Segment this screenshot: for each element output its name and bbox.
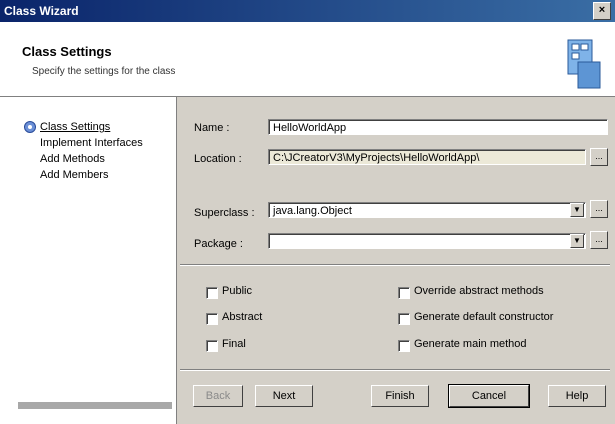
- package-browse-button[interactable]: ...: [590, 231, 608, 249]
- location-field[interactable]: C:\JCreatorV3\MyProjects\HelloWorldApp\: [268, 149, 586, 165]
- cancel-button[interactable]: Cancel: [448, 384, 530, 408]
- public-label: Public: [222, 285, 252, 297]
- close-icon[interactable]: ×: [593, 2, 611, 20]
- wizard-sidebar: Class Settings Implement Interfaces Add …: [0, 97, 177, 424]
- final-checkbox[interactable]: [206, 340, 218, 352]
- public-checkbox[interactable]: [206, 287, 218, 299]
- default-constructor-label: Generate default constructor: [414, 311, 554, 323]
- package-select[interactable]: [268, 233, 586, 249]
- superclass-browse-button[interactable]: ...: [590, 200, 608, 218]
- window-title: Class Wizard: [4, 4, 79, 18]
- class-wizard-window: Class Wizard × Class Settings Specify th…: [0, 0, 615, 424]
- sidebar-item-add-methods[interactable]: Add Methods: [40, 151, 143, 167]
- page-subtitle: Specify the settings for the class: [32, 66, 176, 77]
- sidebar-item-implement-interfaces[interactable]: Implement Interfaces: [40, 135, 143, 151]
- wizard-form-icon: [567, 39, 601, 89]
- next-button[interactable]: Next: [255, 385, 313, 407]
- footer-divider: [180, 369, 610, 371]
- chevron-down-icon[interactable]: ▼: [570, 203, 584, 217]
- section-divider: [180, 264, 610, 266]
- page-title: Class Settings: [22, 44, 112, 59]
- override-abstract-checkbox[interactable]: [398, 287, 410, 299]
- superclass-select[interactable]: java.lang.Object: [268, 202, 586, 218]
- default-constructor-checkbox[interactable]: [398, 313, 410, 325]
- sidebar-item-add-members[interactable]: Add Members: [40, 167, 143, 183]
- package-label: Package :: [194, 238, 243, 250]
- sidebar-scrollbar[interactable]: [18, 402, 172, 409]
- override-abstract-label: Override abstract methods: [414, 285, 544, 297]
- abstract-checkbox[interactable]: [206, 313, 218, 325]
- location-label: Location :: [194, 153, 242, 165]
- abstract-label: Abstract: [222, 311, 263, 323]
- help-button[interactable]: Help: [548, 385, 606, 407]
- name-label: Name :: [194, 122, 230, 134]
- step-list: Class Settings Implement Interfaces Add …: [40, 119, 143, 183]
- back-button[interactable]: Back: [193, 385, 243, 407]
- finish-button[interactable]: Finish: [371, 385, 429, 407]
- wizard-header: Class Settings Specify the settings for …: [0, 22, 615, 97]
- location-browse-button[interactable]: ...: [590, 148, 608, 166]
- chevron-down-icon[interactable]: ▼: [570, 234, 584, 248]
- superclass-label: Superclass :: [194, 207, 255, 219]
- current-step-icon: [24, 121, 36, 133]
- sidebar-item-class-settings[interactable]: Class Settings: [40, 119, 143, 135]
- main-method-checkbox[interactable]: [398, 340, 410, 352]
- main-method-label: Generate main method: [414, 338, 527, 350]
- name-field[interactable]: HelloWorldApp: [268, 119, 608, 135]
- final-label: Final: [222, 338, 246, 350]
- title-bar: Class Wizard ×: [0, 0, 615, 22]
